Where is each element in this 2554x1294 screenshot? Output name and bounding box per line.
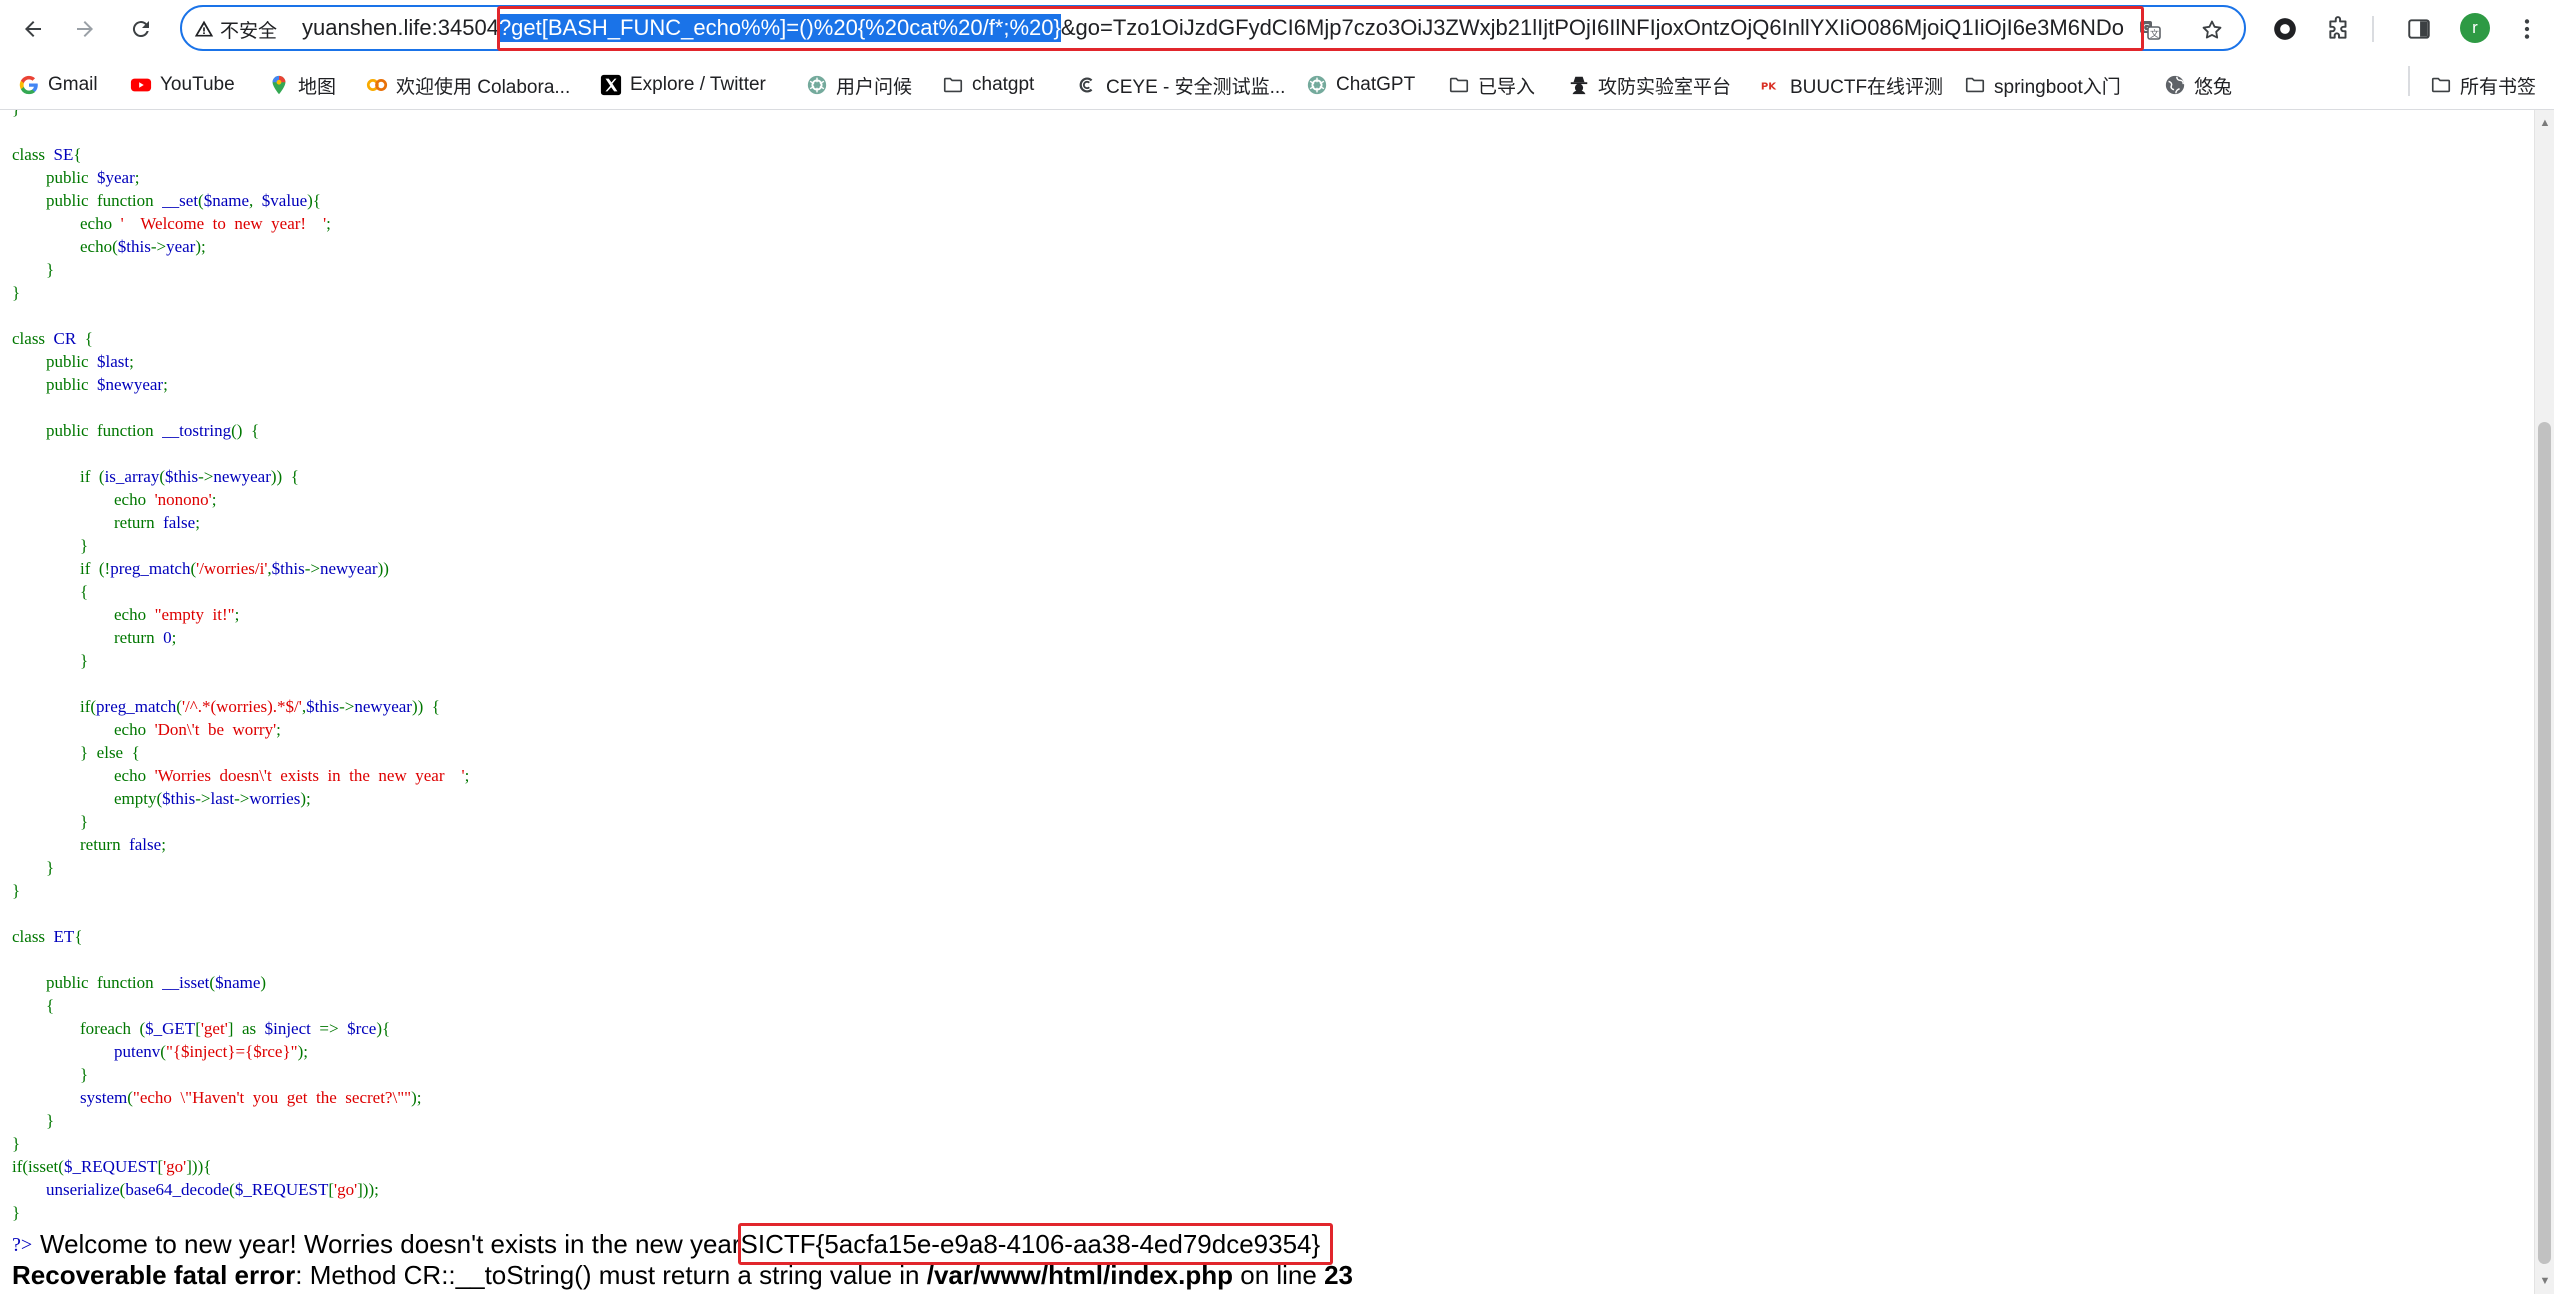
side-panel-icon	[2408, 19, 2430, 39]
output-message: Welcome to new year! Worries doesn't exi…	[40, 1229, 741, 1259]
maps-pin-icon	[268, 74, 290, 96]
x-logo-icon	[600, 74, 622, 96]
bookmark-colab[interactable]: 欢迎使用 Colabora...	[366, 70, 570, 100]
bookmark-label: 悠兔	[2194, 76, 2233, 98]
back-button[interactable]	[16, 12, 50, 46]
reload-button[interactable]	[124, 12, 158, 46]
bookmark-label: 用户问候	[836, 76, 913, 98]
profile-avatar[interactable]: r	[2460, 13, 2490, 43]
bookmark-folder-chatgpt[interactable]: chatgpt	[942, 70, 1034, 100]
bookmark-folder-imported[interactable]: 已导入	[1448, 70, 1535, 100]
error-message: : Method CR::__toString() must return a …	[295, 1260, 927, 1290]
forward-button[interactable]	[68, 12, 102, 46]
google-icon	[18, 74, 40, 96]
bookmark-gmail[interactable]: Gmail	[18, 70, 98, 100]
error-label: Recoverable fatal error	[12, 1260, 296, 1290]
svg-text:文: 文	[2150, 28, 2159, 40]
bookmark-label: ChatGPT	[1336, 74, 1416, 95]
security-label: 不安全	[220, 20, 278, 42]
hacker-icon	[1568, 74, 1590, 96]
bookmark-youtu[interactable]: 悠兔	[2164, 70, 2232, 100]
flag-highlight-annotation	[738, 1223, 1333, 1265]
all-bookmarks-button[interactable]: 所有书签	[2430, 70, 2536, 100]
folder-icon	[2430, 74, 2452, 96]
browser-toolbar: 不安全 yuanshen.life:34504 ?get[BASH_FUNC_ec…	[0, 0, 2554, 57]
svg-text:PK: PK	[1761, 82, 1777, 93]
page-scrollbar[interactable]: ▲ ▼	[2534, 110, 2554, 1294]
page-content: } class SE{ public $year; public functio…	[0, 110, 2534, 1294]
bookmark-attack-defense-lab[interactable]: 攻防实验室平台	[1568, 70, 1731, 100]
bookmark-label: springboot入门	[1994, 76, 2121, 98]
bookmark-label: YouTube	[160, 74, 235, 95]
arrow-left-icon	[25, 21, 41, 37]
error-line: Recoverable fatal error: Method CR::__to…	[12, 1260, 1353, 1291]
bookmark-label: Gmail	[48, 74, 98, 95]
bookmark-label: chatgpt	[972, 74, 1035, 95]
reload-icon	[132, 21, 149, 38]
error-on-line: on line	[1233, 1260, 1325, 1290]
php-source-code: } class SE{ public $year; public functio…	[12, 110, 470, 1222]
bookmark-twitter[interactable]: Explore / Twitter	[600, 70, 766, 100]
kebab-menu-icon	[2524, 19, 2530, 39]
folder-icon	[1964, 74, 1986, 96]
extensions-button[interactable]	[2322, 12, 2356, 46]
openai-icon	[1306, 74, 1328, 96]
bookmark-label: Explore / Twitter	[630, 74, 766, 95]
bookmark-maps[interactable]: 地图	[268, 70, 336, 100]
bookmark-label: CEYE - 安全测试监...	[1106, 76, 1286, 98]
bookmarks-bar: Gmail YouTube 地图 欢迎使用 Colabora... Explor…	[0, 60, 2554, 110]
bookmark-user-greeting[interactable]: 用户问候	[806, 70, 912, 100]
ceye-icon	[1076, 74, 1098, 96]
security-chip[interactable]: 不安全	[194, 15, 277, 43]
bookmark-star-button[interactable]	[2198, 16, 2226, 44]
colab-icon	[366, 74, 388, 96]
browser-menu-button[interactable]	[2510, 12, 2544, 46]
bookmark-label: 已导入	[1478, 76, 1536, 98]
bookmark-label: 攻防实验室平台	[1598, 76, 1732, 98]
bookmark-label: 地图	[298, 76, 337, 98]
youtube-icon	[130, 74, 152, 96]
bookmark-ceye[interactable]: CEYE - 安全测试监...	[1076, 70, 1285, 100]
side-panel-button[interactable]	[2402, 12, 2436, 46]
bookmarks-separator	[2408, 66, 2410, 96]
error-file: /var/www/html/index.php	[926, 1260, 1234, 1290]
circle-record-icon	[2274, 18, 2296, 40]
puzzle-icon	[2329, 16, 2347, 39]
openai-icon	[806, 74, 828, 96]
star-outline-icon	[2202, 20, 2222, 39]
bookmark-label: 欢迎使用 Colabora...	[396, 76, 571, 98]
scroll-down-arrow-icon[interactable]: ▼	[2538, 1274, 2552, 1288]
scroll-up-arrow-icon[interactable]: ▲	[2538, 116, 2552, 130]
url-host: yuanshen.life:34504	[302, 15, 499, 40]
bookmark-label: BUUCTF在线评测	[1790, 76, 1944, 98]
toolbar-divider	[2372, 16, 2374, 42]
url-highlight-annotation	[497, 6, 2144, 51]
buuctf-icon: PK	[1760, 74, 1782, 96]
folder-icon	[1448, 74, 1470, 96]
arrow-right-icon	[77, 21, 93, 37]
extension-circle-button[interactable]	[2268, 12, 2302, 46]
bookmark-folder-springboot[interactable]: springboot入门	[1964, 70, 2121, 100]
error-line-number: 23	[1324, 1260, 1354, 1290]
warning-triangle-icon	[194, 20, 214, 37]
bookmark-youtube[interactable]: YouTube	[130, 70, 235, 100]
bookmark-chatgpt[interactable]: ChatGPT	[1306, 70, 1415, 100]
bookmark-buuctf[interactable]: PK BUUCTF在线评测	[1760, 70, 1943, 100]
all-bookmarks-label: 所有书签	[2460, 76, 2537, 98]
globe-icon	[2164, 74, 2186, 96]
scroll-thumb[interactable]	[2538, 422, 2551, 1264]
folder-icon	[942, 74, 964, 96]
